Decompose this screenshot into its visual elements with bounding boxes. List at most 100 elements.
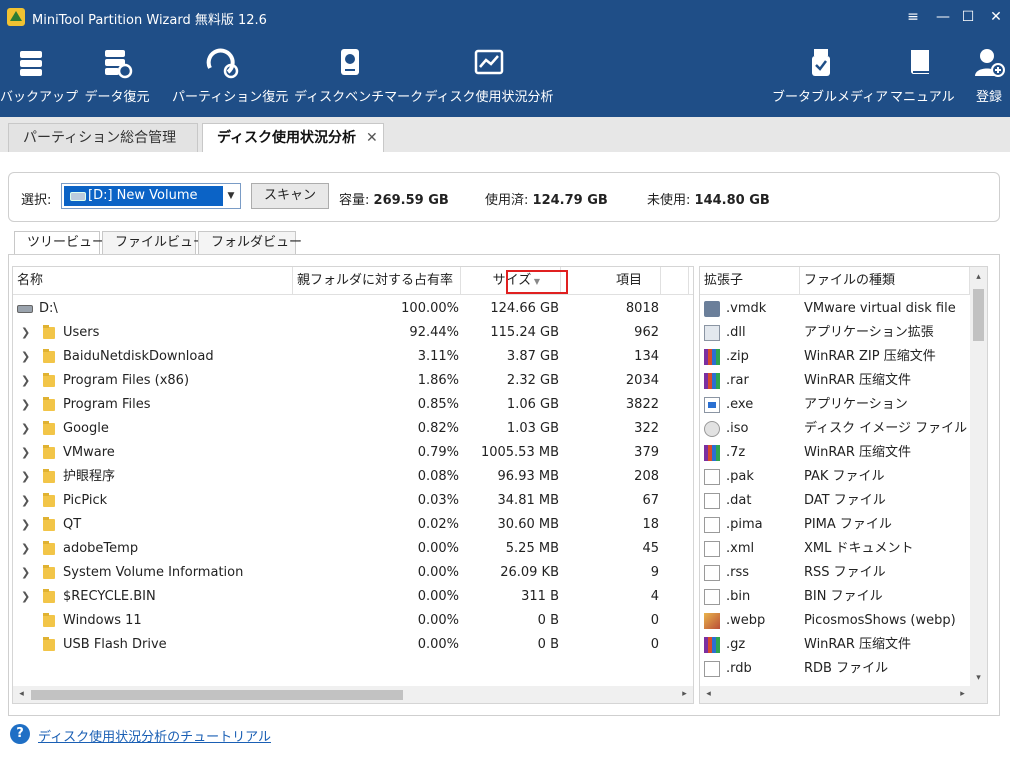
expand-chevron-icon[interactable]: ❯ xyxy=(21,489,31,513)
expand-chevron-icon[interactable]: ❯ xyxy=(21,441,31,465)
drive-select[interactable]: [D:] New Volume ▼ xyxy=(61,183,241,209)
tab-partition-management[interactable]: パーティション総合管理 xyxy=(8,123,198,153)
tree-row-name: USB Flash Drive xyxy=(63,637,167,652)
tree-row[interactable]: ❯ System Volume Information 0.00% 26.09 KB 9 xyxy=(13,561,693,585)
ext-row[interactable]: .rdb RDB ファイル xyxy=(700,657,970,681)
ext-scroll-right-icon[interactable]: ▸ xyxy=(954,686,971,703)
ext-row[interactable]: .rss RSS ファイル xyxy=(700,561,970,585)
ext-row[interactable]: .zip WinRAR ZIP 压缩文件 xyxy=(700,345,970,369)
toolbar-disk-benchmark[interactable]: ディスクベンチマーク xyxy=(294,46,423,110)
tab-space-analyzer[interactable]: ディスク使用状況分析 ✕ xyxy=(202,123,384,154)
tree-row[interactable]: ❯ Program Files 0.85% 1.06 GB 3822 xyxy=(13,393,693,417)
tree-row[interactable]: ❯ adobeTemp 0.00% 5.25 MB 45 xyxy=(13,537,693,561)
help-icon[interactable]: ? xyxy=(10,724,30,744)
tree-row[interactable]: Windows 11 0.00% 0 B 0 xyxy=(13,609,693,633)
ext-row[interactable]: .7z WinRAR 压缩文件 xyxy=(700,441,970,465)
expand-chevron-icon[interactable] xyxy=(21,633,31,657)
tutorial-link[interactable]: ディスク使用状況分析のチュートリアル xyxy=(38,726,271,745)
ext-row[interactable]: .webp PicosmosShows (webp) xyxy=(700,609,970,633)
tree-row-name: VMware xyxy=(63,445,115,460)
col-items[interactable]: 項目 xyxy=(561,267,661,295)
toolbar-manual[interactable]: マニュアル xyxy=(890,46,955,110)
tree-row[interactable]: ❯ Users 92.44% 115.24 GB 962 xyxy=(13,321,693,345)
expand-chevron-icon[interactable]: ❯ xyxy=(21,537,31,561)
tree-row[interactable]: D:\ 100.00% 124.66 GB 8018 xyxy=(13,297,693,321)
tree-row[interactable]: ❯ 护眼程序 0.08% 96.93 MB 208 xyxy=(13,465,693,489)
tree-row[interactable]: ❯ BaiduNetdiskDownload 3.11% 3.87 GB 134 xyxy=(13,345,693,369)
tree-hscrollbar[interactable]: ◂ ▸ xyxy=(13,686,693,703)
expand-chevron-icon[interactable]: ❯ xyxy=(21,369,31,393)
ext-row[interactable]: .pima PIMA ファイル xyxy=(700,513,970,537)
selection-bar: 選択: [D:] New Volume ▼ スキャン 容量: 269.59 GB… xyxy=(8,172,1000,222)
ext-row[interactable]: .iso ディスク イメージ ファイル xyxy=(700,417,970,441)
toolbar-data-recovery[interactable]: データ復元 xyxy=(82,46,152,110)
close-window-button[interactable]: ✕ xyxy=(985,6,1007,28)
tab-close-icon[interactable]: ✕ xyxy=(366,130,378,146)
ext-row[interactable]: .vmdk VMware virtual disk file xyxy=(700,297,970,321)
tab-folder-view[interactable]: フォルダビュー xyxy=(198,231,302,255)
ext-row[interactable]: .gz WinRAR 压缩文件 xyxy=(700,633,970,657)
toolbar-space-analyzer[interactable]: ディスク使用状況分析 xyxy=(424,46,554,110)
tab-file-view[interactable]: ファイルビュー xyxy=(102,231,206,255)
tree-row[interactable]: USB Flash Drive 0.00% 0 B 0 xyxy=(13,633,693,657)
toolbar-bootable-media[interactable]: ブータブルメディア xyxy=(772,46,888,110)
tree-row[interactable]: ❯ QT 0.02% 30.60 MB 18 xyxy=(13,513,693,537)
chevron-down-icon[interactable]: ▼ xyxy=(224,186,238,206)
expand-chevron-icon[interactable]: ❯ xyxy=(21,393,31,417)
tree-row-name: QT xyxy=(63,517,82,532)
tree-row-size: 30.60 MB xyxy=(497,517,559,532)
col-percent[interactable]: 親フォルダに対する占有率 xyxy=(293,267,461,295)
minimize-button[interactable]: — xyxy=(932,6,954,28)
tree-row[interactable]: ❯ Program Files (x86) 1.86% 2.32 GB 2034 xyxy=(13,369,693,393)
tree-row[interactable]: ❯ VMware 0.79% 1005.53 MB 379 xyxy=(13,441,693,465)
expand-chevron-icon[interactable]: ❯ xyxy=(21,321,31,345)
expand-chevron-icon[interactable] xyxy=(21,609,31,633)
ext-row[interactable]: .exe アプリケーション xyxy=(700,393,970,417)
tab-tree-view[interactable]: ツリービュー xyxy=(14,231,105,256)
tree-hscroll-thumb[interactable] xyxy=(31,690,403,700)
tree-row-percent: 0.03% xyxy=(417,493,459,508)
tree-row[interactable]: ❯ PicPick 0.03% 34.81 MB 67 xyxy=(13,489,693,513)
col-spacer xyxy=(661,267,689,295)
ext-row[interactable]: .bin BIN ファイル xyxy=(700,585,970,609)
ext-hscrollbar[interactable]: ◂ ▸ xyxy=(700,686,987,703)
scroll-down-icon[interactable]: ▾ xyxy=(970,670,987,687)
expand-chevron-icon[interactable]: ❯ xyxy=(21,513,31,537)
used-label: 使用済: xyxy=(485,193,529,208)
ext-row[interactable]: .pak PAK ファイル xyxy=(700,465,970,489)
ext-row[interactable]: .rar WinRAR 压缩文件 xyxy=(700,369,970,393)
col-name[interactable]: 名称 xyxy=(13,267,293,295)
expand-chevron-icon[interactable]: ❯ xyxy=(21,465,31,489)
expand-chevron-icon[interactable]: ❯ xyxy=(21,561,31,585)
folder-icon xyxy=(43,397,55,411)
expand-chevron-icon[interactable]: ❯ xyxy=(21,585,31,609)
menu-button[interactable]: ≡ xyxy=(902,6,924,28)
toolbar-partition-recovery[interactable]: パーティション復元 xyxy=(172,46,288,110)
tree-row-size: 34.81 MB xyxy=(497,493,559,508)
toolbar-backup[interactable]: バックアップ xyxy=(0,46,78,110)
ext-row[interactable]: .dll アプリケーション拡張 xyxy=(700,321,970,345)
maximize-button[interactable]: ☐ xyxy=(957,6,979,28)
ext-vscrollbar[interactable]: ▴ ▾ xyxy=(970,267,987,687)
tree-row[interactable]: ❯ $RECYCLE.BIN 0.00% 311 B 4 xyxy=(13,585,693,609)
col-extension[interactable]: 拡張子 xyxy=(700,267,800,295)
col-file-type[interactable]: ファイルの種類 xyxy=(800,267,970,295)
scroll-right-icon[interactable]: ▸ xyxy=(676,686,693,703)
scroll-left-icon[interactable]: ◂ xyxy=(13,686,30,703)
tree-row[interactable]: ❯ Google 0.82% 1.03 GB 322 xyxy=(13,417,693,441)
tree-row-items: 134 xyxy=(634,349,659,364)
scroll-up-icon[interactable]: ▴ xyxy=(970,269,987,286)
ext-scroll-left-icon[interactable]: ◂ xyxy=(700,686,717,703)
partition-recovery-icon xyxy=(206,48,239,79)
folder-icon xyxy=(43,589,55,603)
ext-vscroll-thumb[interactable] xyxy=(973,289,984,341)
toolbar-register[interactable]: 登録 xyxy=(970,46,1008,110)
ext-row[interactable]: .dat DAT ファイル xyxy=(700,489,970,513)
tab-partition-management-label: パーティション総合管理 xyxy=(23,130,177,146)
ext-row[interactable]: .xml XML ドキュメント xyxy=(700,537,970,561)
expand-chevron-icon[interactable]: ❯ xyxy=(21,345,31,369)
tree-row-percent: 0.00% xyxy=(417,637,459,652)
expand-chevron-icon[interactable]: ❯ xyxy=(21,417,31,441)
ext-row-extension: .iso xyxy=(726,421,749,436)
scan-button[interactable]: スキャン xyxy=(251,183,329,209)
